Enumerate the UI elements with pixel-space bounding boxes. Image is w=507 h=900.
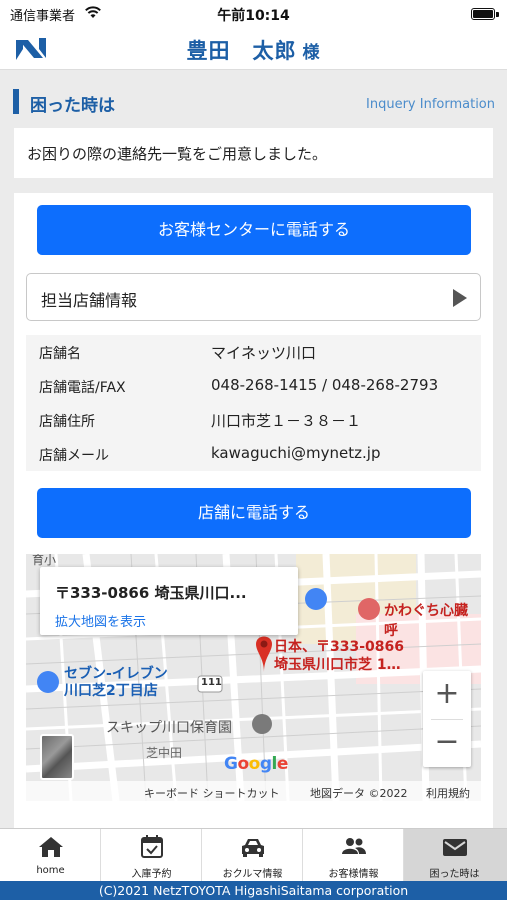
people-icon xyxy=(342,838,366,854)
mail-icon xyxy=(443,839,467,856)
section-accent-bar xyxy=(13,89,19,114)
tab-label: おクルマ情報 xyxy=(222,869,283,880)
tab-home[interactable]: home xyxy=(0,829,101,882)
store-info-toggle-label: 担当店舗情報 xyxy=(41,291,138,310)
store-info-row: 店舗メール kawaguchi@mynetz.jp xyxy=(26,437,481,471)
map-pin-label-line2: 埼玉県川口市芝 1… xyxy=(274,657,401,673)
user-name: 豊田 太郎様 xyxy=(0,35,507,65)
store-info-value: マイネッツ川口 xyxy=(211,344,317,362)
status-bar: 通信事業者 午前10:14 xyxy=(0,0,507,28)
route-number: 111 xyxy=(201,677,222,688)
map-poi-hospital: かわぐち心臓呼 xyxy=(384,603,468,639)
map-area-label: 芝中田 xyxy=(146,746,183,760)
tab-customer-info[interactable]: お客様情報 xyxy=(303,829,404,882)
map-info-popup: 〒333-0866 埼玉県川口... 拡大地図を表示 xyxy=(40,567,298,635)
call-store-button[interactable]: 店舗に電話する xyxy=(37,488,471,538)
user-name-text: 豊田 太郎 xyxy=(186,39,297,63)
car-icon xyxy=(242,839,264,857)
map-pin-label-line1: 日本、〒333-0866 xyxy=(274,639,404,655)
map-zoom-controls: + − xyxy=(423,671,471,767)
store-info-value: 川口市芝１－３８－１ xyxy=(211,412,362,430)
page-content: 困った時は Inquery Information お困りの際の連絡先一覧をご用… xyxy=(0,71,507,828)
bottom-tab-bar: home 入庫予約 おクルマ情報 お客様情報 困った時は xyxy=(0,828,507,882)
copyright-footer: (C)2021 NetzTOYOTA HigashiSaitama corpor… xyxy=(0,881,507,900)
store-info-key: 店舗メール xyxy=(39,448,109,464)
section-title: 困った時は xyxy=(30,96,115,116)
terms-link[interactable]: 利用規約 xyxy=(426,785,470,801)
satellite-toggle-thumbnail[interactable] xyxy=(40,734,74,780)
store-info-table: 店舗名 マイネッツ川口 店舗電話/FAX 048-268-1415 / 048-… xyxy=(26,335,481,471)
store-info-row: 店舗名 マイネッツ川口 xyxy=(26,335,481,369)
store-info-value: kawaguchi@mynetz.jp xyxy=(211,444,381,462)
tab-label: お客様情報 xyxy=(328,869,379,880)
section-header: 困った時は Inquery Information xyxy=(13,87,495,117)
app-header: 豊田 太郎様 xyxy=(0,28,507,70)
battery-tip xyxy=(496,12,499,17)
tab-car-info[interactable]: おクルマ情報 xyxy=(202,829,303,882)
calendar-check-icon xyxy=(141,835,163,858)
tab-help[interactable]: 困った時は xyxy=(404,829,507,882)
map-popup-address: 〒333-0866 埼玉県川口... xyxy=(55,584,247,602)
google-logo: Google xyxy=(224,754,288,774)
clock: 午前10:14 xyxy=(217,8,290,24)
map-poi-nursery: スキップ川口保育園 xyxy=(106,720,232,736)
intro-text: お困りの際の連絡先一覧をご用意しました。 xyxy=(14,128,493,178)
tab-label: 入庫予約 xyxy=(131,869,172,880)
store-info-key: 店舗電話/FAX xyxy=(39,380,126,396)
honorific: 様 xyxy=(302,43,321,63)
map-poi-school: 育小 xyxy=(32,554,57,567)
store-info-key: 店舗名 xyxy=(39,346,81,362)
battery-icon xyxy=(471,8,495,20)
store-info-row: 店舗電話/FAX 048-268-1415 / 048-268-2793 xyxy=(26,369,481,403)
store-info-toggle[interactable]: 担当店舗情報 xyxy=(26,273,481,321)
home-icon xyxy=(39,837,63,857)
keyboard-shortcuts-link[interactable]: キーボード ショートカット xyxy=(144,785,280,801)
map-poi-seven-line1: セブン-イレブン xyxy=(64,666,168,682)
map-footer: キーボード ショートカット 地図データ ©2022 利用規約 xyxy=(26,781,481,801)
store-info-row: 店舗住所 川口市芝１－３８－１ xyxy=(26,403,481,437)
map-pin-label: 日本、〒333-0866 埼玉県川口市芝 1… xyxy=(274,638,404,674)
tab-label: 困った時は xyxy=(429,869,480,880)
store-map[interactable]: 育小 かわぐち心臓呼 セブン-イレブン 川口芝2丁目店 スキップ川口保育園 芝中… xyxy=(26,554,481,801)
map-poi-seven-line2: 川口芝2丁目店 xyxy=(64,683,158,699)
store-info-value: 048-268-1415 / 048-268-2793 xyxy=(211,376,439,394)
section-subtitle: Inquery Information xyxy=(366,97,495,112)
play-triangle-icon xyxy=(453,289,467,307)
zoom-in-button[interactable]: + xyxy=(423,671,471,719)
map-poi-seven-eleven: セブン-イレブン 川口芝2丁目店 xyxy=(64,666,168,700)
map-data-credit: 地図データ ©2022 xyxy=(310,787,408,800)
zoom-out-button[interactable]: − xyxy=(423,719,471,767)
call-customer-center-button[interactable]: お客様センターに電話する xyxy=(37,205,471,255)
tab-label: home xyxy=(36,865,65,876)
tab-reservation[interactable]: 入庫予約 xyxy=(101,829,202,882)
view-larger-map-link[interactable]: 拡大地図を表示 xyxy=(55,611,146,630)
contact-card: お客様センターに電話する 担当店舗情報 店舗名 マイネッツ川口 店舗電話/FAX… xyxy=(14,193,493,828)
store-info-key: 店舗住所 xyxy=(39,414,95,430)
